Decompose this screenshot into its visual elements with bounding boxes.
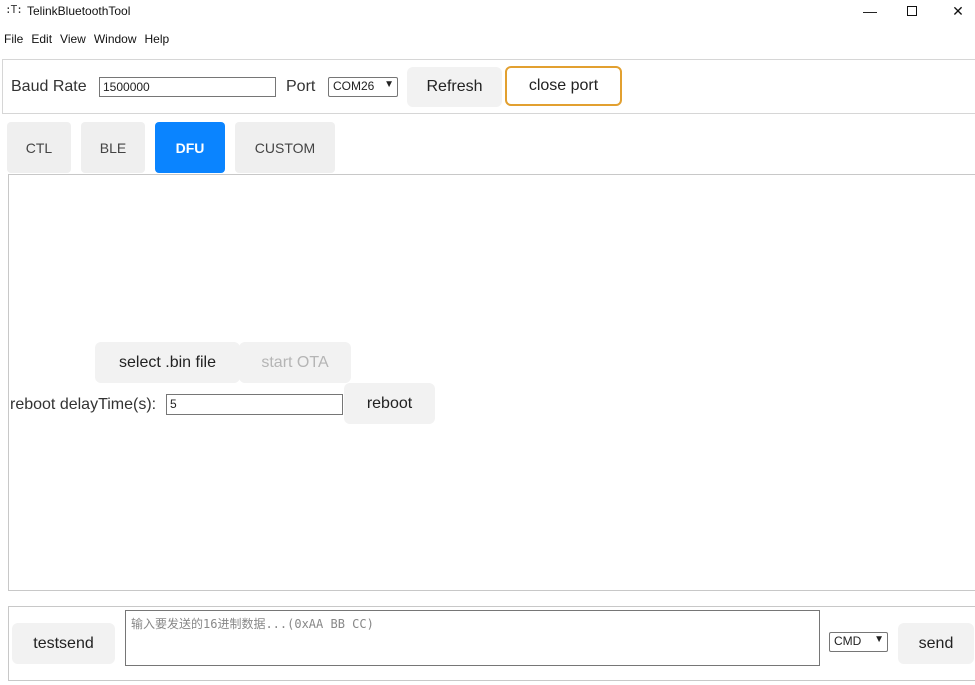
close-port-button[interactable]: close port (505, 66, 622, 106)
minimize-button[interactable]: — (847, 0, 893, 22)
refresh-button[interactable]: Refresh (407, 67, 502, 107)
menu-bar: File Edit View Window Help (0, 30, 173, 50)
port-select-value: COM26 (333, 79, 375, 93)
title-bar: :T: TelinkBluetoothTool — ✕ (0, 0, 975, 24)
close-icon: ✕ (952, 2, 964, 19)
tab-custom[interactable]: CUSTOM (235, 122, 335, 173)
app-icon: :T: (5, 3, 23, 16)
tab-ctl[interactable]: CTL (7, 122, 71, 173)
maximize-icon (907, 6, 917, 16)
baud-rate-input[interactable]: 1500000 (99, 77, 276, 97)
reboot-delay-label: reboot delayTime(s): (10, 396, 157, 413)
chevron-down-icon: ▼ (874, 634, 884, 645)
menu-edit[interactable]: Edit (27, 30, 56, 50)
chevron-down-icon: ▼ (384, 79, 394, 90)
connection-panel: Baud Rate 1500000 Port COM26 ▼ Refresh c… (2, 59, 975, 114)
mode-select-value: CMD (834, 634, 862, 648)
menu-file[interactable]: File (0, 30, 27, 50)
reboot-button[interactable]: reboot (344, 383, 435, 424)
window-title: TelinkBluetoothTool (27, 4, 131, 18)
baud-rate-label: Baud Rate (11, 78, 87, 95)
close-window-button[interactable]: ✕ (935, 0, 975, 22)
reboot-delay-input[interactable]: 5 (166, 394, 343, 415)
port-label: Port (286, 78, 316, 95)
menu-view[interactable]: View (56, 30, 90, 50)
tab-dfu[interactable]: DFU (155, 122, 225, 173)
port-select[interactable]: COM26 ▼ (328, 77, 398, 97)
start-ota-button[interactable]: start OTA (239, 342, 351, 383)
dfu-panel: select .bin file start OTA reboot delayT… (8, 174, 975, 591)
send-button[interactable]: send (898, 623, 974, 664)
tab-ble[interactable]: BLE (81, 122, 145, 173)
select-bin-file-button[interactable]: select .bin file (95, 342, 240, 383)
send-panel: testsend 输入要发送的16进制数据...(0xAA BB CC) CMD… (8, 606, 975, 681)
testsend-button[interactable]: testsend (12, 623, 115, 664)
minimize-icon: — (863, 3, 877, 19)
menu-help[interactable]: Help (141, 30, 174, 50)
mode-select[interactable]: CMD ▼ (829, 632, 888, 652)
hex-data-input[interactable]: 输入要发送的16进制数据...(0xAA BB CC) (125, 610, 820, 666)
menu-window[interactable]: Window (90, 30, 141, 50)
maximize-button[interactable] (889, 0, 935, 22)
